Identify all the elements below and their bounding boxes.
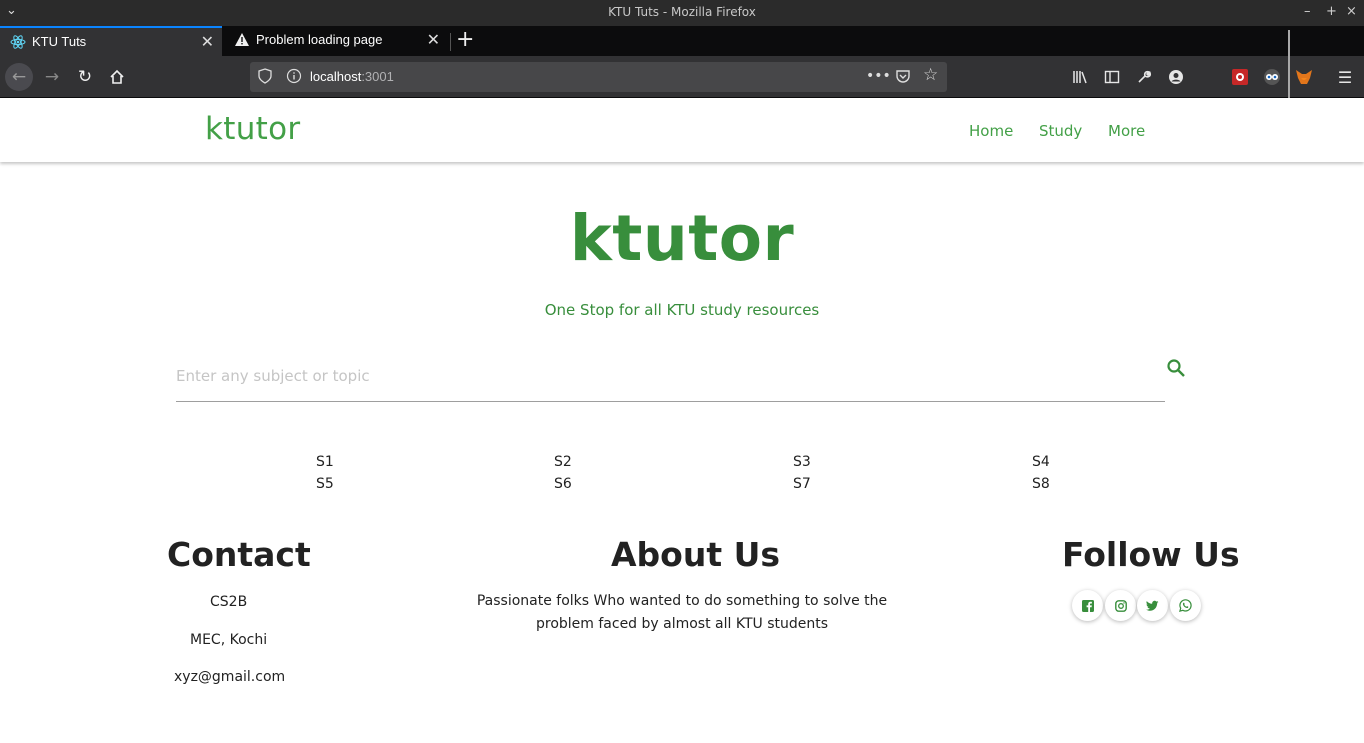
tab-ktu-tuts[interactable]: KTU Tuts ✕ xyxy=(0,26,222,56)
semester-s8[interactable]: S8 xyxy=(1032,476,1050,492)
semester-s6[interactable]: S6 xyxy=(554,476,572,492)
page-actions-icon[interactable]: ••• xyxy=(866,68,891,84)
info-icon[interactable] xyxy=(286,68,302,84)
about-heading: About Us xyxy=(611,535,781,574)
home-icon[interactable] xyxy=(103,63,131,91)
bookmark-star-icon[interactable]: ☆ xyxy=(923,65,938,85)
facebook-icon[interactable] xyxy=(1072,590,1103,621)
metamask-fox-icon[interactable] xyxy=(1294,67,1314,87)
tab-label: KTU Tuts xyxy=(32,34,87,49)
site-header: ktutor Home Study More xyxy=(0,98,1364,162)
contact-location: MEC, Kochi xyxy=(190,632,268,648)
semester-s4[interactable]: S4 xyxy=(1032,454,1050,470)
url-port: :3001 xyxy=(361,69,394,84)
semester-s5[interactable]: S5 xyxy=(316,476,334,492)
new-tab-icon[interactable]: + xyxy=(456,27,474,52)
semester-s2[interactable]: S2 xyxy=(554,454,572,470)
semester-s1[interactable]: S1 xyxy=(316,454,334,470)
semester-s3[interactable]: S3 xyxy=(793,454,811,470)
warning-icon xyxy=(235,33,249,46)
close-tab-icon[interactable]: ✕ xyxy=(427,30,440,49)
url-bar[interactable]: localhost:3001 ••• ☆ xyxy=(250,62,947,92)
hero-subtitle: One Stop for all KTU study resources xyxy=(544,301,820,319)
library-icon[interactable] xyxy=(1070,67,1090,87)
sidebar-icon[interactable] xyxy=(1102,67,1122,87)
window-titlebar: ⌄ KTU Tuts - Mozilla Firefox – + × xyxy=(0,0,1364,26)
hamburger-menu-icon[interactable]: ☰ xyxy=(1335,67,1355,87)
tracking-shield-icon[interactable] xyxy=(258,68,272,84)
twitter-icon[interactable] xyxy=(1137,590,1168,621)
nav-study[interactable]: Study xyxy=(1039,122,1082,140)
url-text[interactable]: localhost:3001 xyxy=(310,69,394,84)
account-icon[interactable] xyxy=(1166,67,1186,87)
hero-title: ktutor xyxy=(569,202,795,275)
site-brand[interactable]: ktutor xyxy=(205,111,300,147)
url-host: localhost xyxy=(310,69,362,84)
nav-more[interactable]: More xyxy=(1108,122,1145,140)
tab-label: Problem loading page xyxy=(256,32,383,47)
contact-heading: Contact xyxy=(167,535,311,574)
nav-home[interactable]: Home xyxy=(969,122,1013,140)
semester-s7[interactable]: S7 xyxy=(793,476,811,492)
contact-email: xyz@gmail.com xyxy=(174,669,286,685)
tab-problem-loading[interactable]: Problem loading page ✕ xyxy=(224,26,448,56)
nav-toolbar: ← → ↻ localhost:3001 ••• ☆ ABP ☰ xyxy=(0,56,1364,141)
whatsapp-icon[interactable] xyxy=(1170,590,1201,621)
about-text: Passionate folks Who wanted to do someth… xyxy=(476,593,888,632)
reload-icon[interactable]: ↻ xyxy=(71,63,99,91)
follow-heading: Follow Us xyxy=(1062,535,1240,574)
extension-eyes-icon[interactable] xyxy=(1262,67,1282,87)
forward-icon[interactable]: → xyxy=(38,63,66,91)
search-field xyxy=(176,356,1165,402)
back-icon[interactable]: ← xyxy=(5,63,33,91)
close-tab-icon[interactable]: ✕ xyxy=(201,32,214,51)
close-window-icon[interactable]: × xyxy=(1346,4,1357,19)
pocket-icon[interactable] xyxy=(895,68,911,84)
extension-red-icon[interactable] xyxy=(1230,67,1250,87)
search-icon[interactable] xyxy=(1166,358,1186,378)
tab-strip: KTU Tuts ✕ Problem loading page ✕ xyxy=(0,26,1364,56)
search-input[interactable] xyxy=(176,367,1156,385)
tab-separator xyxy=(450,33,451,51)
window-title: KTU Tuts - Mozilla Firefox xyxy=(608,5,756,19)
instagram-icon[interactable] xyxy=(1105,590,1136,621)
developer-tools-icon[interactable] xyxy=(1134,67,1154,87)
react-icon xyxy=(10,35,26,49)
minimize-icon[interactable]: – xyxy=(1304,4,1311,19)
contact-class: CS2B xyxy=(210,594,248,610)
maximize-icon[interactable]: + xyxy=(1326,4,1337,19)
page-content: ktutor Home Study More ktutor One Stop f… xyxy=(0,98,1364,743)
